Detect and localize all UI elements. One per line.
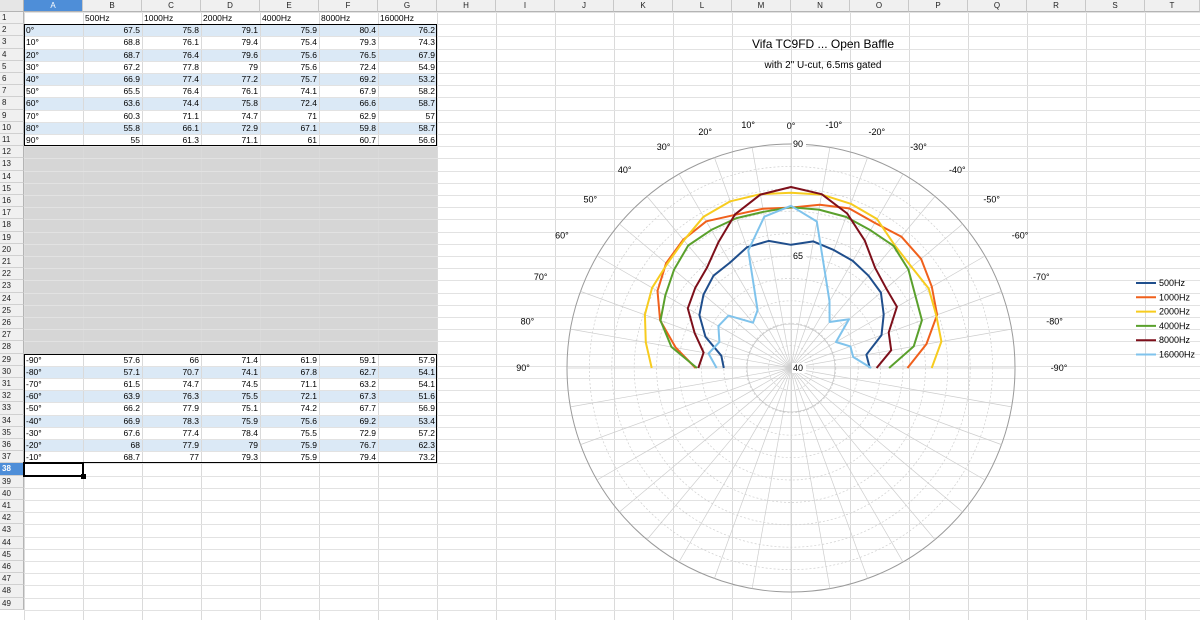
angle-label: -70° [1033, 272, 1050, 282]
angle-label: -20° [869, 127, 886, 137]
legend-label-500Hz: 500Hz [1159, 278, 1186, 288]
angle-label: -80° [1046, 317, 1063, 327]
angular-gridline [580, 367, 792, 445]
angle-label: 90° [516, 363, 530, 373]
legend-label-4000Hz: 4000Hz [1159, 321, 1191, 331]
angle-label: 50° [584, 195, 598, 205]
angular-gridline [790, 367, 1002, 445]
legend-label-8000Hz: 8000Hz [1159, 335, 1191, 345]
angle-label: 70° [534, 272, 548, 282]
angle-label: 0° [787, 121, 796, 131]
angle-label: -50° [983, 195, 1000, 205]
angle-label: 60° [555, 231, 569, 241]
angle-label: 10° [741, 120, 755, 130]
angular-gridline [790, 196, 936, 369]
legend-label-1000Hz: 1000Hz [1159, 292, 1191, 302]
angle-label: 30° [657, 142, 671, 152]
angular-gridline [790, 367, 963, 513]
angular-gridline [790, 367, 936, 540]
polar-chart: 500Hz 1000Hz 2000Hz 4000Hz 8000Hz 16000Hz 0° 10… [516, 37, 1196, 593]
legend-label-2000Hz: 2000Hz [1159, 307, 1191, 317]
chart-title: Vifa TC9FD ... Open Baffle [752, 37, 894, 51]
angle-label: 20° [698, 127, 712, 137]
angular-gridline [790, 223, 963, 369]
angular-gridline [619, 223, 792, 369]
angular-gridline [619, 367, 792, 513]
angle-label: -10° [826, 120, 843, 130]
radial-label: 40 [793, 363, 803, 373]
angle-label: -40° [949, 165, 966, 175]
angle-label: 40° [618, 165, 632, 175]
legend-label-16000Hz: 16000Hz [1159, 350, 1196, 360]
angle-label: -30° [910, 142, 927, 152]
angular-gridline [646, 367, 792, 540]
angle-label: -60° [1012, 231, 1029, 241]
angle-label: -90° [1051, 363, 1068, 373]
angle-label: 80° [521, 317, 535, 327]
radial-label: 65 [793, 251, 803, 261]
chart-subtitle: with 2" U-cut, 6.5ms gated [764, 60, 882, 71]
series-line-500Hz [698, 239, 885, 369]
radial-label: 90 [793, 139, 803, 149]
series-line-16000Hz [707, 204, 872, 369]
